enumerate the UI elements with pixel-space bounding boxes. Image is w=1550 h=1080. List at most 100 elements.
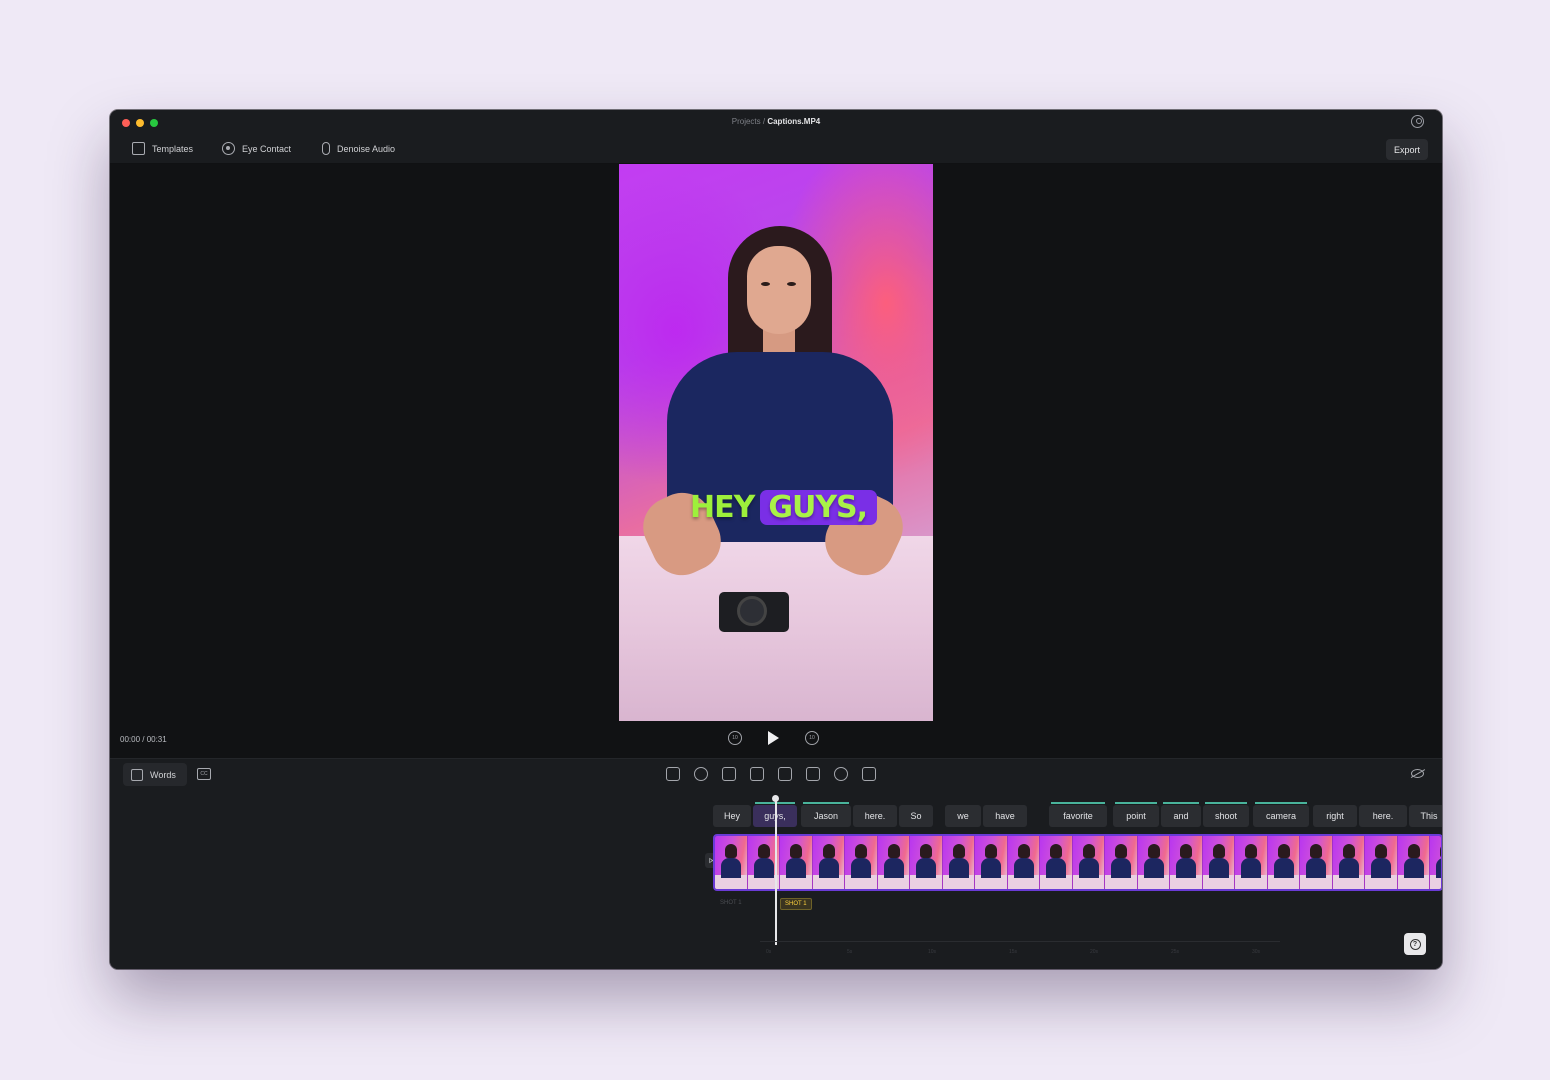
word-chip[interactable]: So — [899, 805, 933, 827]
filmstrip-frame-table — [1235, 875, 1267, 889]
help-icon: ? — [1409, 938, 1421, 950]
video-preview[interactable]: HEY GUYS, — [619, 164, 933, 721]
word-chip[interactable]: point — [1113, 802, 1159, 827]
eye-contact-icon — [222, 142, 235, 155]
ruler-tick-label: 20s — [1090, 949, 1099, 955]
word-chip[interactable]: we — [945, 805, 981, 827]
edit-tools — [666, 767, 876, 781]
skip-forward-icon[interactable]: 10 — [805, 731, 819, 745]
video-filmstrip-track[interactable] — [713, 834, 1442, 891]
word-chip[interactable]: right — [1313, 805, 1357, 827]
filmstrip-frame-table — [1332, 875, 1364, 889]
playhead[interactable] — [772, 795, 778, 945]
trash-icon[interactable] — [862, 767, 876, 781]
skip-back-icon[interactable]: 10 — [728, 731, 742, 745]
words-icon — [131, 768, 143, 781]
denoise-audio-label: Denoise Audio — [337, 143, 396, 154]
filmstrip-frame — [975, 836, 1008, 889]
filmstrip-frame-table — [1300, 875, 1332, 889]
timeline-panel: Words CC Heyguys,Jasonhere.Sowehavefavor… — [110, 758, 1442, 969]
templates-button[interactable]: Templates — [132, 142, 193, 155]
hide-icon[interactable] — [1411, 769, 1424, 778]
filmstrip-frame-table — [942, 875, 974, 889]
title-bar: Projects / Captions.MP4 — [110, 110, 1442, 134]
ruler-tick-label: 30s — [1252, 949, 1261, 955]
video-camera-lens — [737, 596, 767, 626]
filmstrip-frame — [1397, 836, 1430, 889]
filmstrip-frame — [1170, 836, 1203, 889]
filmstrip-frame-table — [1007, 875, 1039, 889]
preview-stage: HEY GUYS, 00:00 / 00:31 10 10 — [110, 164, 1442, 758]
filmstrip-frame — [1235, 836, 1268, 889]
filmstrip-frame-table — [1267, 875, 1299, 889]
caption-overlay[interactable]: HEY GUYS, — [690, 490, 878, 525]
time-ruler — [760, 941, 1280, 942]
video-subject-face — [747, 246, 811, 334]
filmstrip-frame-table — [910, 875, 942, 889]
word-chip[interactable]: here. — [853, 805, 897, 827]
filmstrip-frame-table — [1202, 875, 1234, 889]
filmstrip-frame — [1072, 836, 1105, 889]
play-icon[interactable] — [768, 731, 779, 745]
toolbar: Templates Eye Contact Denoise Audio Expo… — [110, 134, 1442, 164]
filmstrip-frame — [1332, 836, 1365, 889]
filmstrip-frame-table — [1137, 875, 1169, 889]
ruler-tick-label: 0s — [766, 949, 772, 955]
volume-icon[interactable] — [778, 767, 792, 781]
filmstrip-frame-table — [1430, 875, 1441, 889]
export-button[interactable]: Export — [1386, 139, 1428, 160]
filmstrip-frame-table — [1072, 875, 1104, 889]
emoji-icon[interactable] — [834, 767, 848, 781]
filmstrip-frame — [812, 836, 845, 889]
eye-contact-button[interactable]: Eye Contact — [222, 142, 291, 155]
sparkle-effects-icon[interactable] — [694, 767, 708, 781]
video-subject-eye — [787, 282, 796, 286]
transform-icon[interactable] — [806, 767, 820, 781]
add-media-icon[interactable] — [666, 767, 680, 781]
words-button[interactable]: Words — [123, 763, 187, 786]
eye-contact-label: Eye Contact — [242, 143, 292, 154]
filmstrip-frame-table — [975, 875, 1007, 889]
help-button[interactable]: ? — [1404, 933, 1426, 955]
filmstrip-frame — [1430, 836, 1441, 889]
filmstrip-frame-table — [1170, 875, 1202, 889]
filmstrip-frame — [1007, 836, 1040, 889]
account-icon[interactable] — [1411, 115, 1424, 128]
word-chip[interactable]: camera — [1253, 802, 1309, 827]
caption-word: HEY — [690, 490, 755, 525]
shot-label-active[interactable]: SHOT 1 — [780, 898, 812, 910]
ruler-tick-label: 5s — [847, 949, 853, 955]
word-chip[interactable]: shoot — [1203, 802, 1249, 827]
replace-icon[interactable] — [750, 767, 764, 781]
word-chip[interactable]: Jason — [801, 802, 851, 827]
filmstrip-frame — [877, 836, 910, 889]
filmstrip-frame — [780, 836, 813, 889]
playback-controls: 10 10 — [728, 731, 819, 745]
project-title: Captions.MP4 — [767, 117, 821, 126]
ruler-tick-label: 10s — [928, 949, 937, 955]
word-chip[interactable]: and — [1161, 802, 1201, 827]
breadcrumb[interactable]: Projects / — [732, 117, 765, 126]
filmstrip-frame-table — [780, 875, 812, 889]
word-chip[interactable]: favorite — [1049, 802, 1107, 827]
microphone-icon — [322, 142, 330, 155]
word-chip[interactable]: This — [1409, 805, 1442, 827]
filmstrip-frame — [715, 836, 748, 889]
shot-label-dim: SHOT 1 — [720, 900, 742, 906]
filmstrip-frame — [1202, 836, 1235, 889]
crop-icon[interactable] — [722, 767, 736, 781]
filmstrip-frame-table — [1040, 875, 1072, 889]
filmstrip-frame-table — [845, 875, 877, 889]
closed-captions-icon[interactable]: CC — [197, 768, 211, 780]
filmstrip-frame — [1040, 836, 1073, 889]
caption-word-highlighted: GUYS, — [760, 490, 878, 525]
window-title: Projects / Captions.MP4 — [110, 117, 1442, 126]
ruler-tick-label: 25s — [1171, 949, 1180, 955]
denoise-audio-button[interactable]: Denoise Audio — [322, 142, 395, 155]
word-chip[interactable]: Hey — [713, 805, 751, 827]
word-chip[interactable]: have — [983, 805, 1027, 827]
filmstrip-frame — [845, 836, 878, 889]
filmstrip-frame-table — [1365, 875, 1397, 889]
word-chip[interactable]: here. — [1359, 805, 1407, 827]
filmstrip-frame-table — [1397, 875, 1429, 889]
